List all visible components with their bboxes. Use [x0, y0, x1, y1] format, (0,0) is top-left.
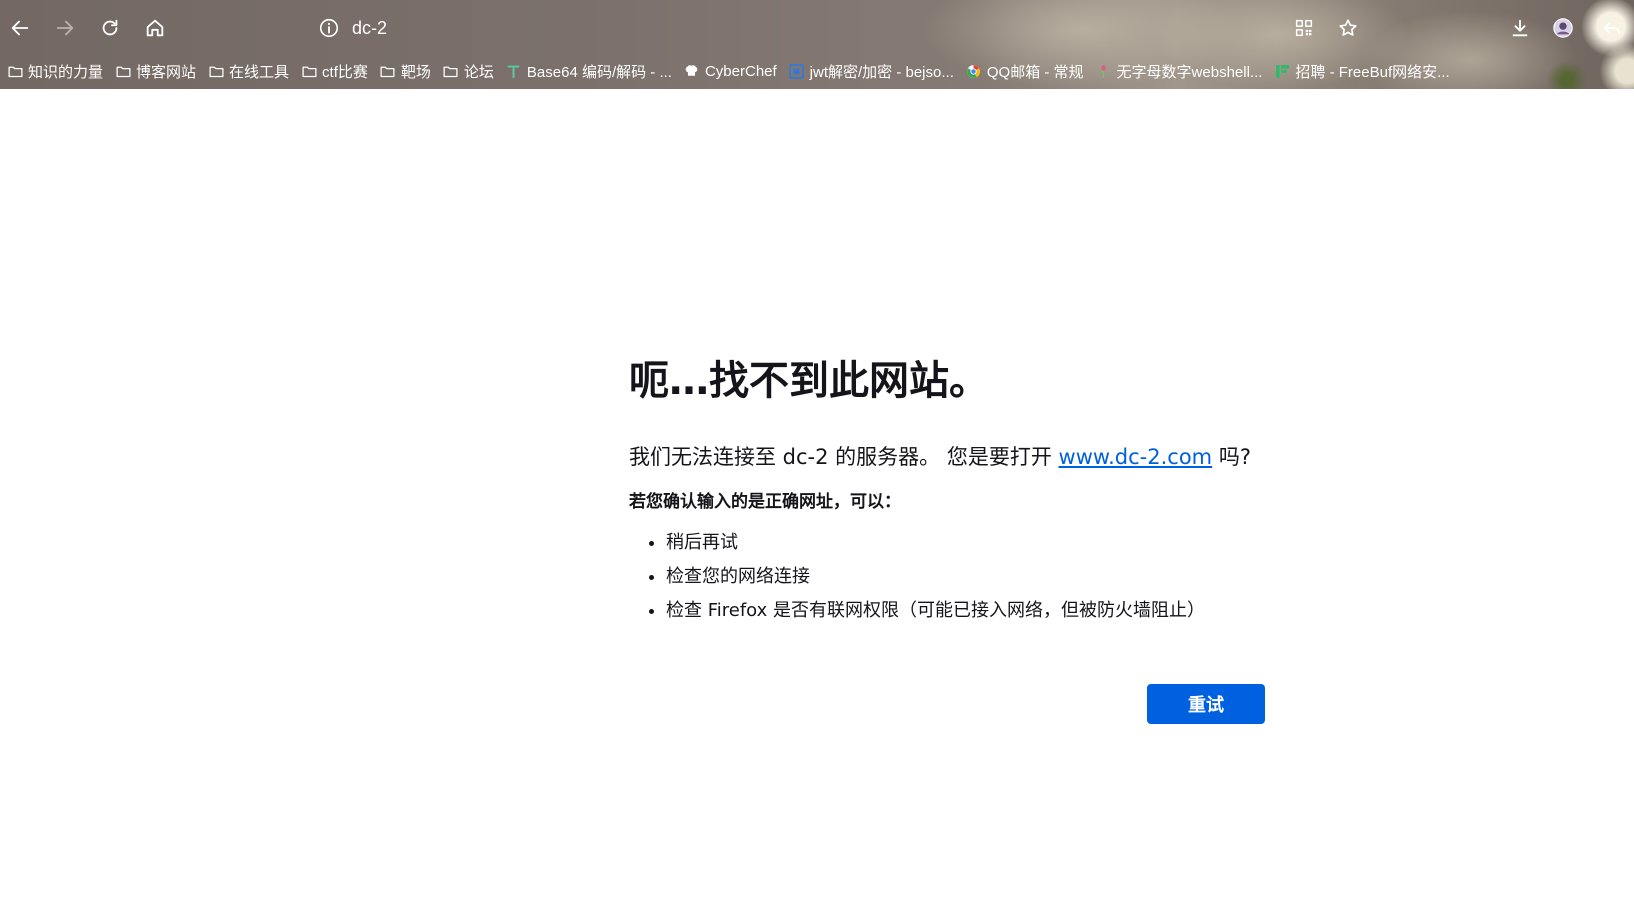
arrow-right-icon — [56, 20, 74, 36]
bookmark-link[interactable]: Base64 编码/解码 - ... — [505, 58, 672, 84]
bookmark-label: 博客网站 — [136, 63, 197, 81]
suggestion-item: 检查您的网络连接 — [666, 560, 1269, 594]
navigation-bar: dc-2 — [0, 0, 1634, 56]
bookmark-folder[interactable]: 知识的力量 — [6, 58, 103, 84]
url-text[interactable]: dc-2 — [352, 18, 387, 39]
bookmark-folder[interactable]: 靶场 — [379, 58, 431, 84]
suggestions-heading: 若您确认输入的是正确网址，可以： — [629, 492, 901, 512]
suggestion-item: 稍后再试 — [666, 526, 1269, 560]
folder-icon — [300, 62, 318, 80]
error-title: 呃…找不到此网站。 — [629, 358, 989, 404]
home-button[interactable] — [137, 10, 173, 46]
folder-icon — [442, 62, 460, 80]
qr-code-button[interactable] — [1286, 10, 1322, 46]
star-icon — [1339, 19, 1357, 36]
error-description-suffix: 吗? — [1212, 445, 1251, 469]
error-container: 呃…找不到此网站。 我们无法连接至 dc-2 的服务器。 您是要打开 www.d… — [629, 357, 1269, 724]
avatar-icon — [1553, 18, 1573, 38]
freebuf-favicon-icon — [1273, 62, 1291, 80]
bookmark-link[interactable]: QQ邮箱 - 常规 — [965, 58, 1084, 84]
bookmark-label: 论坛 — [463, 63, 494, 81]
bookmark-folder[interactable]: ctf比赛 — [300, 58, 368, 84]
t-favicon-icon — [505, 62, 523, 80]
browser-toolbar: dc-2 知识的力量 博客网站 在线工具 ctf比赛 靶场 论坛 Base64 … — [0, 0, 1634, 89]
bookmark-label: 靶场 — [400, 63, 431, 81]
bookmark-label: 无字母数字webshell... — [1116, 63, 1263, 81]
bookmarks-toolbar: 知识的力量 博客网站 在线工具 ctf比赛 靶场 论坛 Base64 编码/解码… — [0, 56, 1634, 86]
address-bar[interactable]: dc-2 — [318, 12, 1218, 44]
folder-icon — [6, 62, 24, 80]
jwt-favicon-icon — [788, 62, 806, 80]
suggestions-list: 稍后再试 检查您的网络连接 检查 Firefox 是否有联网权限（可能已接入网络… — [629, 526, 1269, 628]
downloads-button[interactable] — [1502, 10, 1538, 46]
retry-button[interactable]: 重试 — [1147, 684, 1265, 724]
folder-icon — [379, 62, 397, 80]
undo-icon — [1603, 22, 1621, 35]
bookmark-label: CyberChef — [704, 62, 777, 80]
arrow-left-icon — [11, 20, 29, 36]
download-icon — [1512, 19, 1528, 37]
plant-favicon-icon — [1095, 62, 1113, 80]
bookmark-label: jwt解密/加密 - bejso... — [809, 63, 954, 81]
folder-icon — [114, 62, 132, 80]
bookmark-label: QQ邮箱 - 常规 — [986, 63, 1084, 81]
bookmark-label: 在线工具 — [229, 63, 290, 81]
bookmark-folder[interactable]: 博客网站 — [114, 58, 196, 84]
bookmark-folder[interactable]: 论坛 — [442, 58, 494, 84]
bookmark-label: Base64 编码/解码 - ... — [526, 63, 672, 81]
home-icon — [146, 19, 164, 37]
suggested-url-link[interactable]: www.dc-2.com — [1059, 445, 1213, 469]
bookmark-link[interactable]: 招聘 - FreeBuf网络安... — [1273, 58, 1450, 84]
bookmark-folder[interactable]: 在线工具 — [207, 58, 289, 84]
error-description: 我们无法连接至 dc-2 的服务器。 您是要打开 www.dc-2.com 吗? — [629, 442, 1269, 472]
error-description-prefix: 我们无法连接至 dc-2 的服务器。 您是要打开 — [629, 445, 1059, 469]
chef-hat-icon — [683, 62, 701, 80]
bookmark-link[interactable]: CyberChef — [683, 58, 777, 84]
bookmark-label: 知识的力量 — [28, 63, 104, 81]
forward-button[interactable] — [47, 10, 83, 46]
bookmark-link[interactable]: jwt解密/加密 - bejso... — [788, 58, 954, 84]
qr-code-icon — [1295, 19, 1313, 37]
reload-icon — [102, 19, 118, 36]
bookmark-label: 招聘 - FreeBuf网络安... — [1295, 63, 1450, 81]
suggestion-item: 检查 Firefox 是否有联网权限（可能已接入网络，但被防火墙阻止） — [666, 594, 1269, 628]
error-page: 呃…找不到此网站。 我们无法连接至 dc-2 的服务器。 您是要打开 www.d… — [0, 89, 1634, 898]
back-button[interactable] — [2, 10, 38, 46]
qq-mail-icon — [965, 62, 983, 80]
folder-icon — [207, 62, 225, 80]
bookmark-star-button[interactable] — [1330, 10, 1366, 46]
info-icon[interactable] — [318, 17, 340, 39]
undo-button[interactable] — [1594, 10, 1630, 46]
bookmark-link[interactable]: 无字母数字webshell... — [1095, 58, 1263, 84]
bookmark-label: ctf比赛 — [322, 63, 368, 81]
browser-window: dc-2 知识的力量 博客网站 在线工具 ctf比赛 靶场 论坛 Base64 … — [0, 0, 1634, 898]
account-button[interactable] — [1545, 10, 1581, 46]
reload-button[interactable] — [92, 10, 128, 46]
